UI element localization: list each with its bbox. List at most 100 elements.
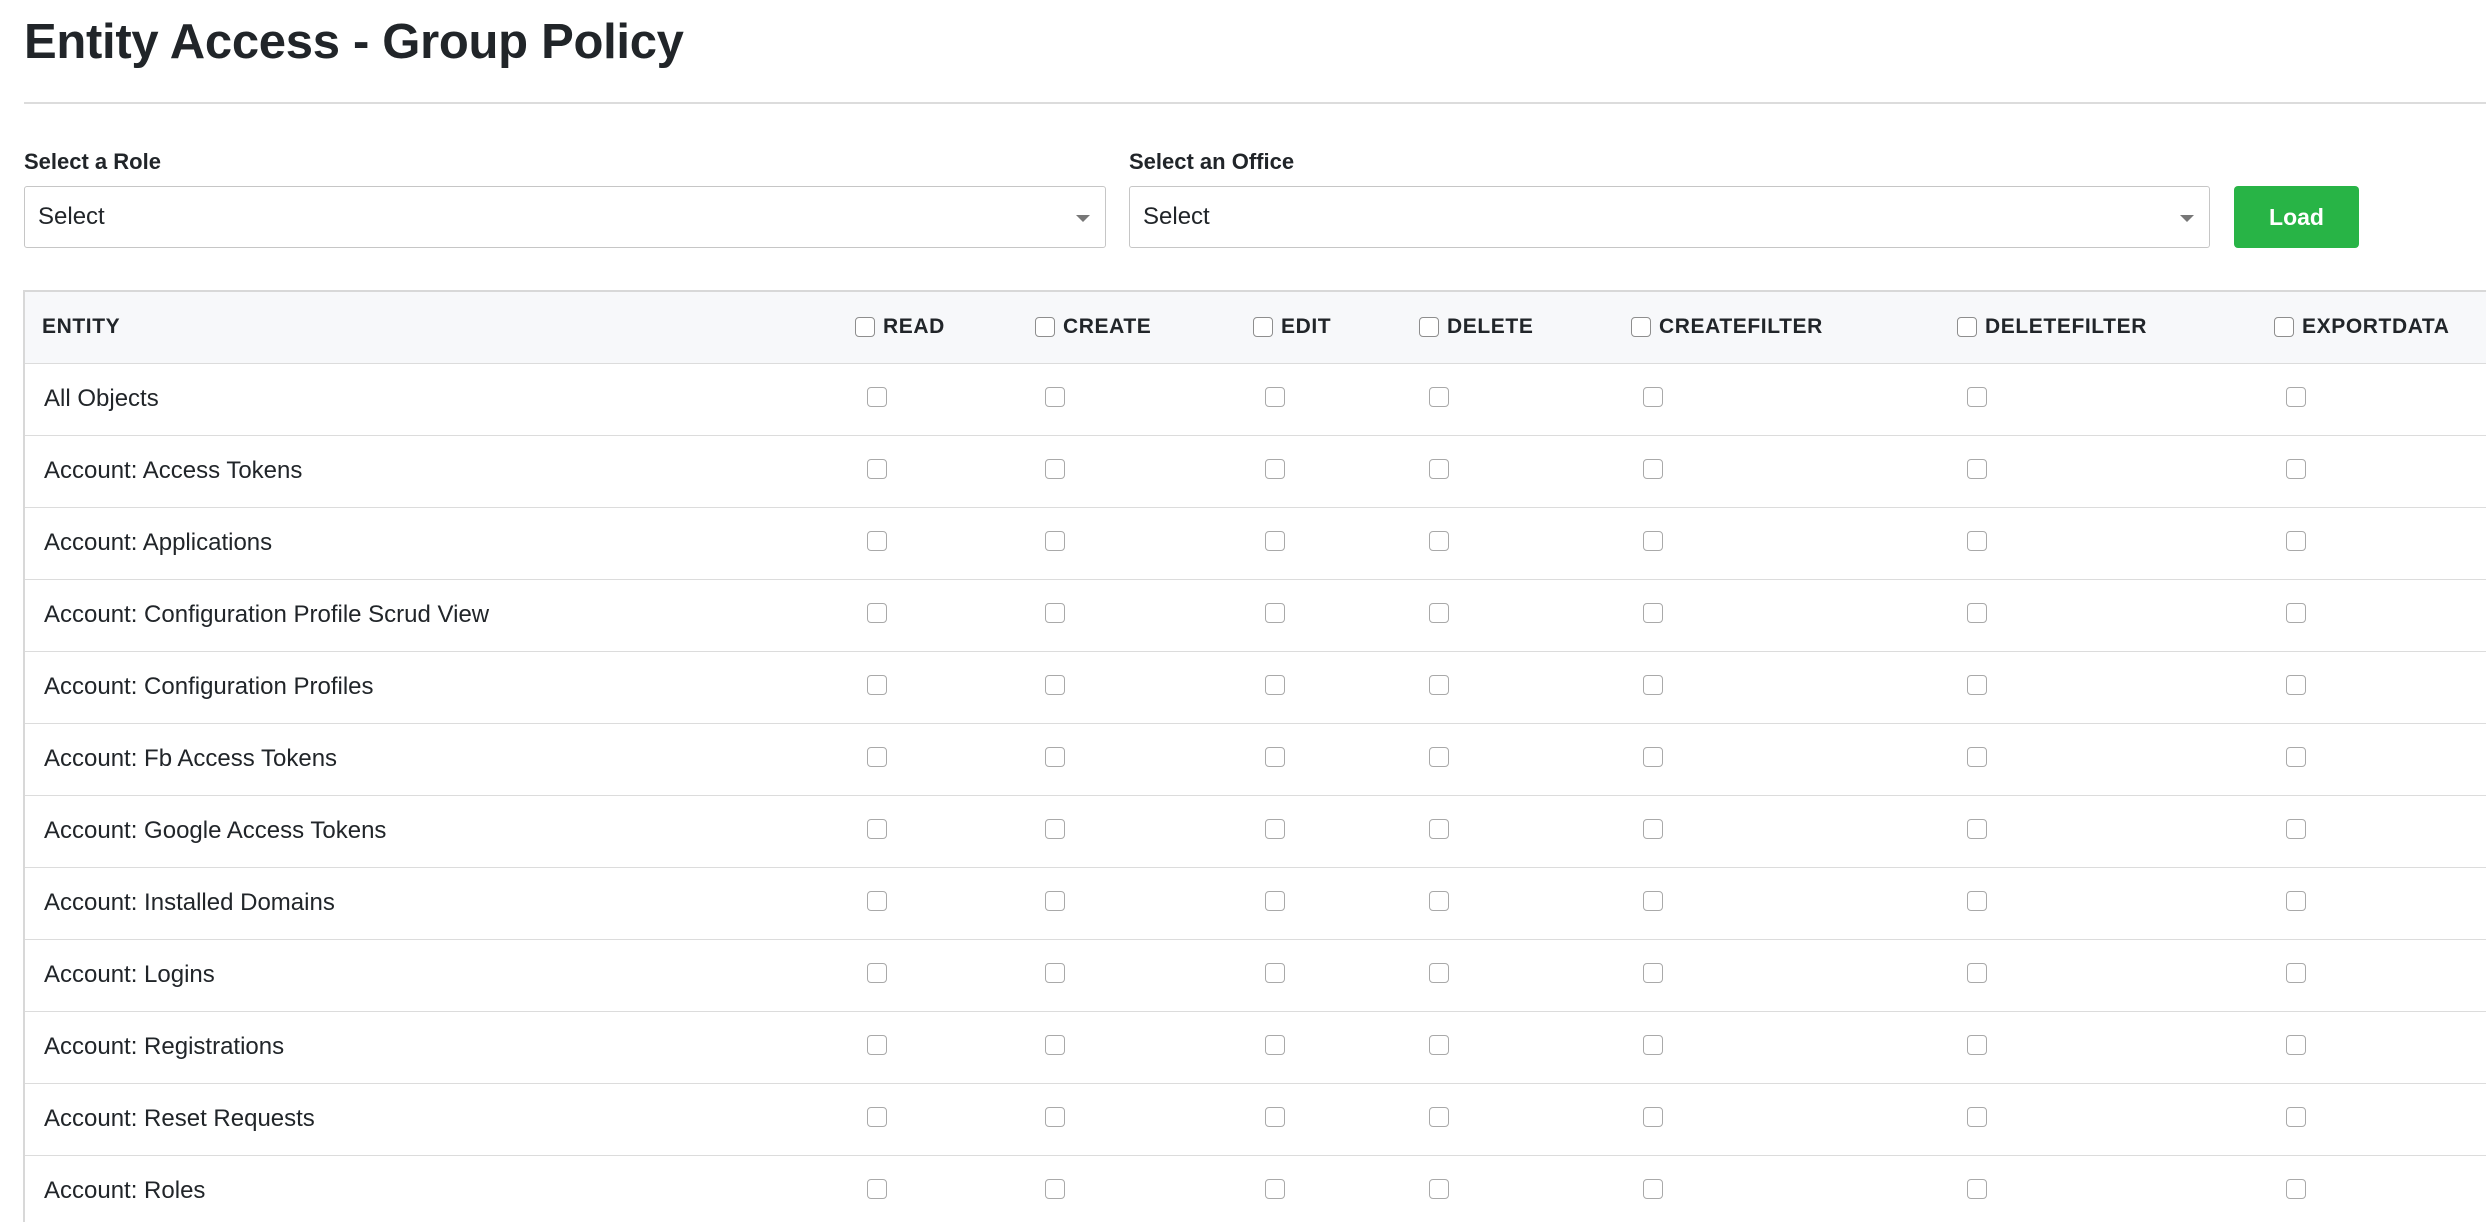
edit-permission-checkbox[interactable]: [1265, 602, 1285, 623]
select-all-edit-checkbox[interactable]: [1253, 317, 1273, 338]
select-all-exportdata-checkbox[interactable]: [2274, 317, 2294, 338]
deletefilter-permission-checkbox[interactable]: [1967, 530, 1987, 551]
createfilter-permission-checkbox[interactable]: [1643, 890, 1663, 911]
entity-name: Account: Roles: [44, 1177, 206, 1204]
createfilter-permission-checkbox[interactable]: [1643, 1034, 1663, 1055]
create-permission-checkbox[interactable]: [1045, 602, 1065, 623]
exportdata-permission-checkbox[interactable]: [2286, 1178, 2306, 1199]
read-permission-checkbox[interactable]: [867, 1178, 887, 1199]
select-all-delete-checkbox[interactable]: [1419, 317, 1439, 338]
select-all-createfilter-checkbox[interactable]: [1631, 317, 1651, 338]
create-permission-checkbox[interactable]: [1045, 674, 1065, 695]
delete-permission-checkbox[interactable]: [1429, 818, 1449, 839]
load-button[interactable]: Load: [2234, 186, 2359, 248]
create-permission-checkbox[interactable]: [1045, 1106, 1065, 1127]
createfilter-permission-checkbox[interactable]: [1643, 674, 1663, 695]
edit-permission-checkbox[interactable]: [1265, 890, 1285, 911]
exportdata-permission-checkbox[interactable]: [2286, 746, 2306, 767]
create-permission-checkbox[interactable]: [1045, 530, 1065, 551]
read-permission-checkbox[interactable]: [867, 1106, 887, 1127]
delete-permission-checkbox[interactable]: [1429, 602, 1449, 623]
create-permission-checkbox[interactable]: [1045, 1178, 1065, 1199]
createfilter-permission-checkbox[interactable]: [1643, 1106, 1663, 1127]
deletefilter-permission-checkbox[interactable]: [1967, 674, 1987, 695]
exportdata-permission-checkbox[interactable]: [2286, 530, 2306, 551]
column-header-edit: EDIT: [1253, 292, 1419, 363]
create-permission-checkbox[interactable]: [1045, 818, 1065, 839]
delete-permission-checkbox[interactable]: [1429, 386, 1449, 407]
deletefilter-permission-checkbox[interactable]: [1967, 746, 1987, 767]
exportdata-permission-checkbox[interactable]: [2286, 602, 2306, 623]
edit-permission-checkbox[interactable]: [1265, 1106, 1285, 1127]
role-select[interactable]: Select: [24, 186, 1106, 248]
exportdata-permission-checkbox[interactable]: [2286, 962, 2306, 983]
delete-permission-checkbox[interactable]: [1429, 746, 1449, 767]
createfilter-permission-checkbox[interactable]: [1643, 962, 1663, 983]
exportdata-permission-checkbox[interactable]: [2286, 386, 2306, 407]
delete-permission-checkbox[interactable]: [1429, 890, 1449, 911]
edit-permission-checkbox[interactable]: [1265, 1034, 1285, 1055]
create-permission-checkbox[interactable]: [1045, 890, 1065, 911]
office-select[interactable]: Select: [1129, 186, 2210, 248]
select-all-create-checkbox[interactable]: [1035, 317, 1055, 338]
delete-permission-checkbox[interactable]: [1429, 962, 1449, 983]
deletefilter-permission-checkbox[interactable]: [1967, 818, 1987, 839]
edit-permission-checkbox[interactable]: [1265, 818, 1285, 839]
createfilter-permission-checkbox[interactable]: [1643, 1178, 1663, 1199]
edit-permission-checkbox[interactable]: [1265, 386, 1285, 407]
read-permission-checkbox[interactable]: [867, 746, 887, 767]
read-permission-checkbox[interactable]: [867, 674, 887, 695]
read-permission-checkbox[interactable]: [867, 962, 887, 983]
create-permission-checkbox[interactable]: [1045, 458, 1065, 479]
delete-permission-checkbox[interactable]: [1429, 458, 1449, 479]
delete-permission-checkbox[interactable]: [1429, 530, 1449, 551]
deletefilter-permission-checkbox[interactable]: [1967, 1178, 1987, 1199]
create-permission-checkbox[interactable]: [1045, 746, 1065, 767]
read-permission-checkbox[interactable]: [867, 458, 887, 479]
select-all-deletefilter-checkbox[interactable]: [1957, 317, 1977, 338]
edit-permission-checkbox[interactable]: [1265, 1178, 1285, 1199]
exportdata-permission-checkbox[interactable]: [2286, 1034, 2306, 1055]
createfilter-permission-checkbox[interactable]: [1643, 746, 1663, 767]
deletefilter-permission-checkbox[interactable]: [1967, 1034, 1987, 1055]
read-permission-checkbox[interactable]: [867, 818, 887, 839]
createfilter-permission-checkbox[interactable]: [1643, 458, 1663, 479]
permission-cell: [1631, 507, 1957, 579]
edit-permission-checkbox[interactable]: [1265, 530, 1285, 551]
exportdata-permission-checkbox[interactable]: [2286, 818, 2306, 839]
create-permission-checkbox[interactable]: [1045, 1034, 1065, 1055]
permission-cell: [1631, 579, 1957, 651]
deletefilter-permission-checkbox[interactable]: [1967, 1106, 1987, 1127]
delete-permission-checkbox[interactable]: [1429, 1106, 1449, 1127]
read-permission-checkbox[interactable]: [867, 1034, 887, 1055]
create-permission-checkbox[interactable]: [1045, 386, 1065, 407]
read-permission-checkbox[interactable]: [867, 890, 887, 911]
deletefilter-permission-checkbox[interactable]: [1967, 890, 1987, 911]
deletefilter-permission-checkbox[interactable]: [1967, 962, 1987, 983]
delete-permission-checkbox[interactable]: [1429, 1178, 1449, 1199]
edit-permission-checkbox[interactable]: [1265, 962, 1285, 983]
read-permission-checkbox[interactable]: [867, 530, 887, 551]
entity-name: Account: Installed Domains: [44, 889, 335, 916]
read-permission-checkbox[interactable]: [867, 386, 887, 407]
createfilter-permission-checkbox[interactable]: [1643, 530, 1663, 551]
exportdata-permission-checkbox[interactable]: [2286, 890, 2306, 911]
deletefilter-permission-checkbox[interactable]: [1967, 386, 1987, 407]
deletefilter-permission-checkbox[interactable]: [1967, 458, 1987, 479]
edit-permission-checkbox[interactable]: [1265, 458, 1285, 479]
select-all-read-checkbox[interactable]: [855, 317, 875, 338]
exportdata-permission-checkbox[interactable]: [2286, 674, 2306, 695]
edit-permission-checkbox[interactable]: [1265, 674, 1285, 695]
read-permission-checkbox[interactable]: [867, 602, 887, 623]
edit-permission-checkbox[interactable]: [1265, 746, 1285, 767]
createfilter-permission-checkbox[interactable]: [1643, 818, 1663, 839]
delete-permission-checkbox[interactable]: [1429, 1034, 1449, 1055]
deletefilter-permission-checkbox[interactable]: [1967, 602, 1987, 623]
createfilter-permission-checkbox[interactable]: [1643, 386, 1663, 407]
table-row: Account: Installed Domains: [25, 867, 2486, 939]
delete-permission-checkbox[interactable]: [1429, 674, 1449, 695]
create-permission-checkbox[interactable]: [1045, 962, 1065, 983]
exportdata-permission-checkbox[interactable]: [2286, 458, 2306, 479]
createfilter-permission-checkbox[interactable]: [1643, 602, 1663, 623]
exportdata-permission-checkbox[interactable]: [2286, 1106, 2306, 1127]
